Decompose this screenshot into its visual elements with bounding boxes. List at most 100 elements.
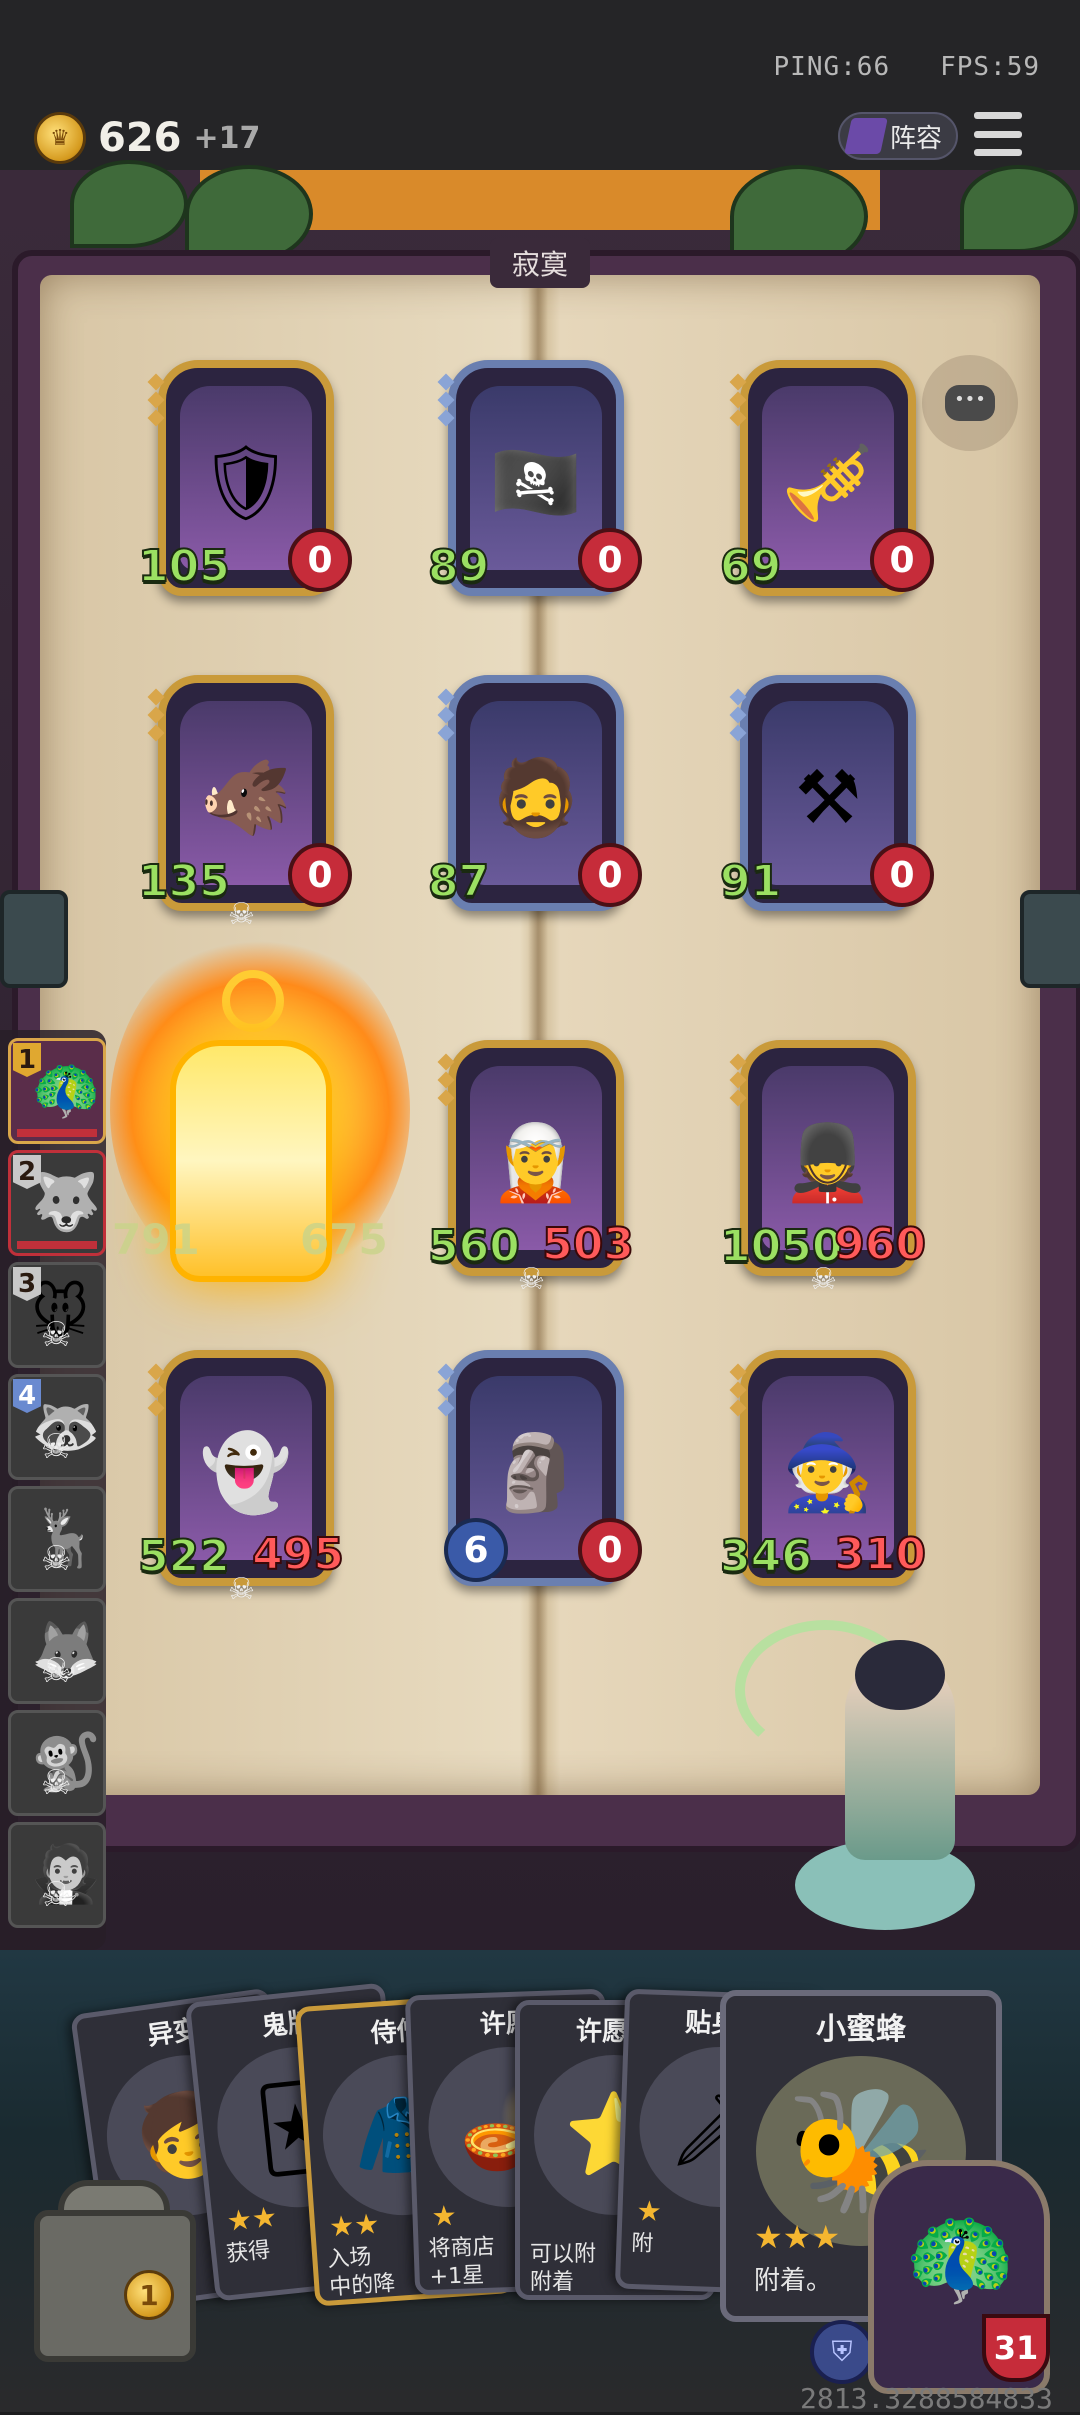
card-name: 小蜜蜂 bbox=[816, 2012, 906, 2047]
fps-readout: FPS:59 bbox=[940, 52, 1040, 82]
ghost-ogre-icon: 👻 bbox=[199, 1430, 293, 1516]
skull-icon: ☠ bbox=[41, 1427, 72, 1467]
board-unit[interactable]: 🧝 560 503 ☠ bbox=[427, 1040, 635, 1297]
health-bar bbox=[17, 1241, 97, 1249]
unit-attack: 91 bbox=[719, 855, 782, 908]
book-icon bbox=[844, 118, 888, 154]
elf-sorceress-icon: 🧝 bbox=[489, 1120, 583, 1206]
lantern-hp: 675 bbox=[300, 1215, 388, 1264]
unit-attack: 105 bbox=[137, 540, 231, 593]
unit-health: 0 bbox=[870, 528, 934, 592]
opponent-slot[interactable]: 🐒 ☠ bbox=[8, 1710, 106, 1816]
tier-diamonds bbox=[437, 370, 456, 430]
opponent-slot[interactable]: 🐭 3 ☠ bbox=[8, 1262, 106, 1368]
unit-health: 0 bbox=[578, 843, 642, 907]
unit-health: 960 bbox=[833, 1218, 927, 1271]
chat-button[interactable]: ••• bbox=[922, 355, 1018, 451]
armored-knight-icon: 🛡 bbox=[199, 440, 293, 526]
opponent-avatar: 🐺 bbox=[31, 1170, 101, 1235]
card-stars: ★★ bbox=[328, 2207, 381, 2244]
tier-diamonds bbox=[147, 370, 166, 430]
unit-health: 503 bbox=[541, 1218, 635, 1271]
fire-beast-icon: 🐗 bbox=[199, 755, 293, 841]
opponent-slot[interactable]: 🦌 ☠ bbox=[8, 1486, 106, 1592]
unit-attack: 522 bbox=[137, 1530, 231, 1583]
opponent-slot[interactable]: 🐺 2 bbox=[8, 1150, 106, 1256]
ice-statue-icon: 🗿 bbox=[489, 1430, 583, 1516]
opponent-slot[interactable]: 🧛 ☠ bbox=[8, 1822, 106, 1928]
board-unit[interactable]: 💂 1050 960 ☠ bbox=[719, 1040, 927, 1297]
leaf-decoration bbox=[70, 160, 188, 248]
trumpeter-icon: 🎺 bbox=[781, 440, 875, 526]
tier-diamonds bbox=[147, 1360, 166, 1420]
chat-bubble-icon: ••• bbox=[945, 385, 995, 421]
board-unit[interactable]: 🛡 105 0 bbox=[137, 360, 352, 596]
skull-icon: ☠ bbox=[810, 1262, 837, 1297]
unit-health: 0 bbox=[870, 843, 934, 907]
board-unit[interactable]: 🗿 6 0 bbox=[437, 1350, 642, 1586]
bearded-brute-icon: 🧔 bbox=[489, 755, 583, 841]
skull-icon: ☠ bbox=[41, 1875, 72, 1915]
shield-icon: ⛨ bbox=[831, 2335, 853, 2368]
lineup-button[interactable]: 阵容 bbox=[838, 112, 958, 160]
opponent-slot[interactable]: 🦝 4 ☠ bbox=[8, 1374, 106, 1480]
board-unit[interactable]: ⚒ 91 0 bbox=[719, 675, 934, 911]
skull-icon: ☠ bbox=[228, 1572, 255, 1607]
book-title: 寂寞 bbox=[490, 238, 590, 288]
shield-button[interactable]: ⛨ bbox=[810, 2320, 874, 2384]
unit-health: 495 bbox=[251, 1528, 345, 1581]
card-description: 附着。 bbox=[754, 2266, 833, 2296]
mermaid-character bbox=[735, 1620, 1035, 1950]
tier-diamonds bbox=[729, 1360, 748, 1420]
opponent-list: 🦚 1 🐺 2 🐭 3 ☠ 🦝 4 ☠ 🦌 ☠ 🦊 ☠ 🐒 ☠ 🧛 ☠ bbox=[0, 1030, 106, 1950]
star-wizard-icon: 🧙 bbox=[781, 1430, 875, 1516]
gold-value: 626 bbox=[98, 115, 182, 161]
card-stars: ★★★ bbox=[754, 2218, 841, 2256]
right-board-handle bbox=[1020, 890, 1080, 988]
unit-attack: 6 bbox=[444, 1518, 508, 1582]
shop-coin-count: 1 bbox=[124, 2270, 174, 2320]
rank-badge: 1 bbox=[13, 1043, 41, 1077]
hero-icon: 🦚 bbox=[904, 2206, 1017, 2311]
board-unit[interactable]: 🐗 135 0 ☠ bbox=[137, 675, 352, 932]
network-status: PING:66 FPS:59 bbox=[774, 52, 1040, 82]
lineup-label: 阵容 bbox=[890, 123, 943, 154]
unit-health: 0 bbox=[578, 528, 642, 592]
board-unit[interactable]: 🧔 87 0 bbox=[427, 675, 642, 911]
tier-diamonds bbox=[437, 1050, 456, 1110]
card-stars: ★★ bbox=[225, 2199, 279, 2238]
hero-health: 31 bbox=[982, 2314, 1050, 2382]
blacksmith-girl-icon: ⚒ bbox=[794, 755, 862, 841]
menu-button[interactable] bbox=[974, 112, 1022, 156]
board-unit[interactable]: 🎺 69 0 bbox=[719, 360, 934, 596]
left-board-handle bbox=[0, 890, 68, 988]
pirate-woman-icon: 🏴‍☠️ bbox=[489, 440, 583, 526]
shop-chest-button[interactable]: 1 bbox=[14, 2170, 204, 2370]
skull-icon: ☠ bbox=[228, 897, 255, 932]
opponent-slot[interactable]: 🦚 1 bbox=[8, 1038, 106, 1144]
health-bar bbox=[17, 1129, 97, 1137]
opponent-slot[interactable]: 🦊 ☠ bbox=[8, 1598, 106, 1704]
tier-diamonds bbox=[729, 685, 748, 745]
tier-diamonds bbox=[437, 685, 456, 745]
card-stars: ★ bbox=[635, 2194, 663, 2228]
skull-icon: ☠ bbox=[41, 1315, 72, 1355]
unit-attack: 560 bbox=[427, 1220, 521, 1273]
board-unit[interactable]: 🧙 346 310 bbox=[719, 1350, 927, 1586]
mermaid-hair bbox=[855, 1640, 945, 1710]
unit-health: 0 bbox=[578, 1518, 642, 1582]
gold-increment: +17 bbox=[193, 120, 261, 156]
unit-attack: 69 bbox=[719, 540, 782, 593]
lantern-ring bbox=[222, 970, 284, 1032]
board-unit[interactable]: 🏴‍☠️ 89 0 bbox=[427, 360, 642, 596]
menu-icon bbox=[974, 112, 1022, 119]
skull-icon: ☠ bbox=[518, 1262, 545, 1297]
unit-health: 0 bbox=[288, 528, 352, 592]
lantern-atk: 791 bbox=[112, 1215, 200, 1264]
board-unit[interactable]: 👻 522 495 ☠ bbox=[137, 1350, 345, 1607]
unit-attack: 89 bbox=[427, 540, 490, 593]
skull-icon: ☠ bbox=[41, 1651, 72, 1691]
card-stars: ★ bbox=[430, 2198, 458, 2233]
gold-counter: ♛ 626 +17 bbox=[34, 112, 260, 164]
unit-health: 310 bbox=[833, 1528, 927, 1581]
